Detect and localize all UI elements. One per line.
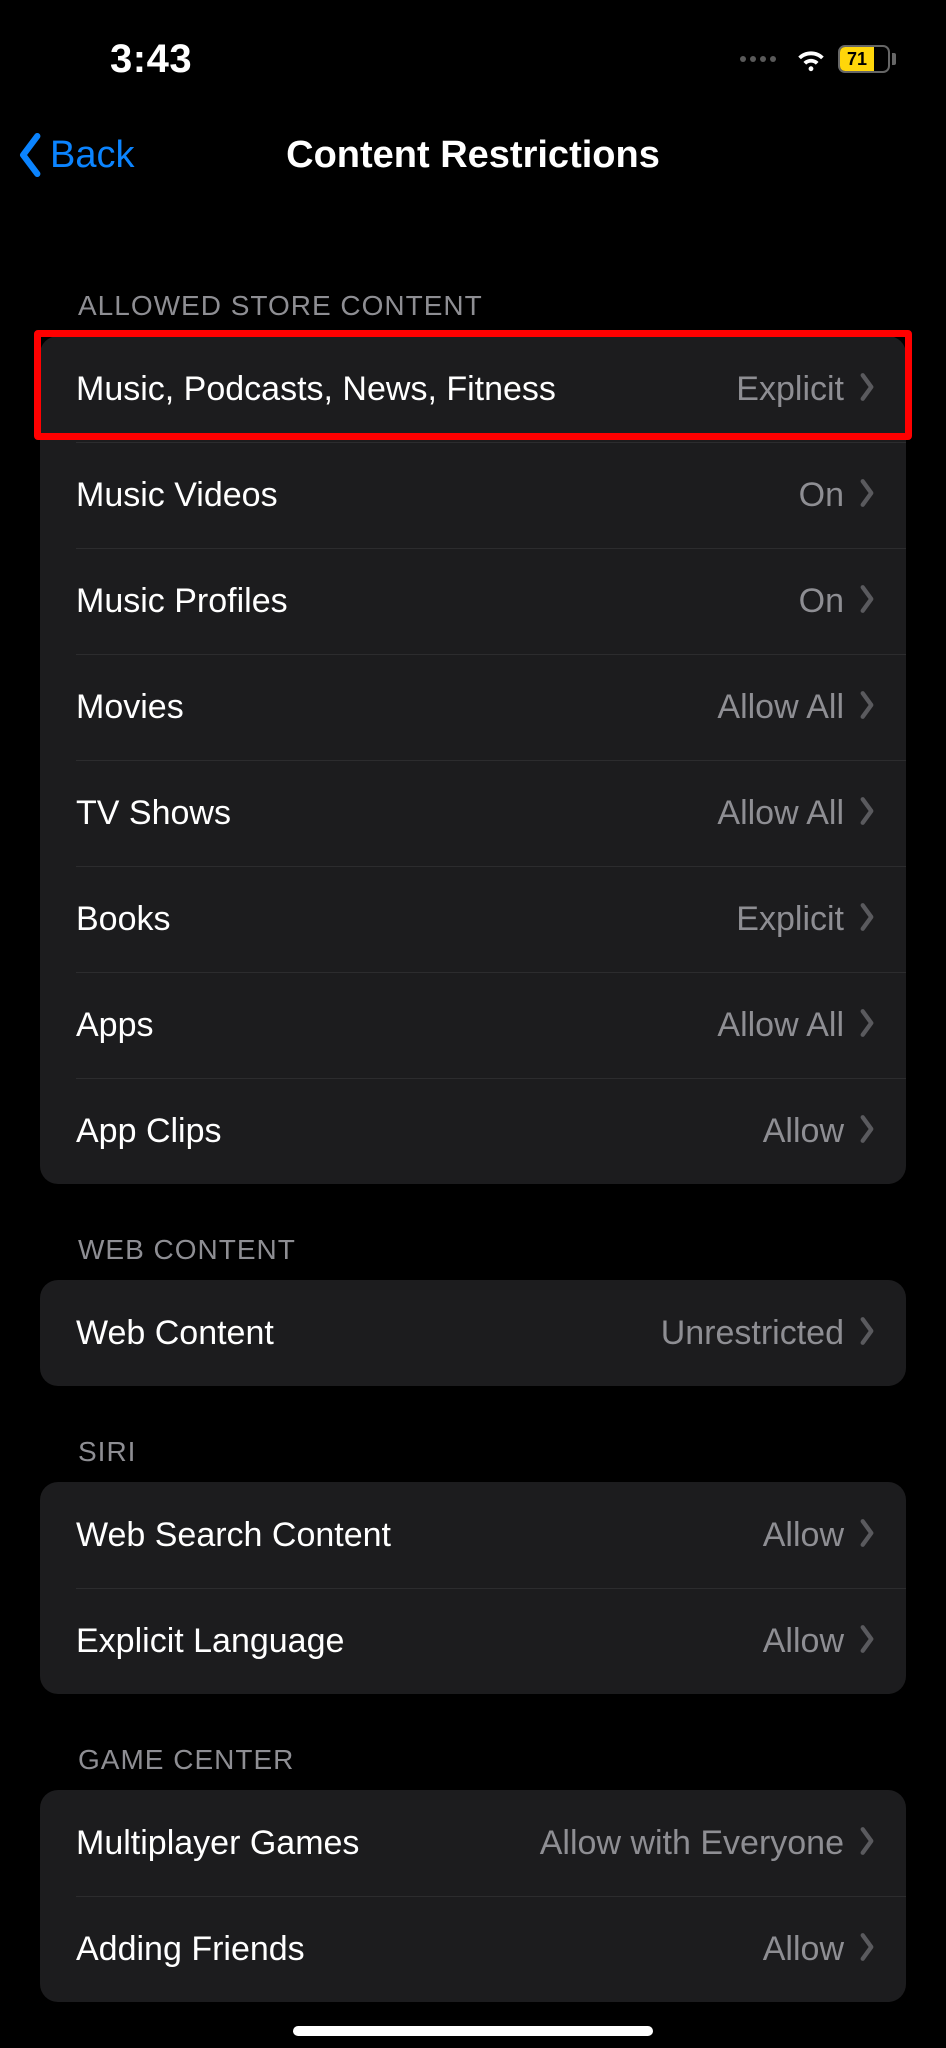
page-title: Content Restrictions: [286, 134, 660, 177]
chevron-right-icon: [858, 584, 876, 619]
battery-indicator: 71: [838, 45, 896, 73]
row-explicit-language[interactable]: Explicit Language Allow: [40, 1588, 906, 1694]
group-game-center: Multiplayer Games Allow with Everyone Ad…: [40, 1790, 906, 2002]
battery-level: 71: [840, 47, 874, 71]
row-value: Allow All: [717, 794, 844, 833]
nav-bar: Back Content Restrictions: [0, 100, 946, 210]
row-multiplayer-games[interactable]: Multiplayer Games Allow with Everyone: [40, 1790, 906, 1896]
row-music-podcasts-news-fitness[interactable]: Music, Podcasts, News, Fitness Explicit: [40, 336, 906, 442]
row-music-profiles[interactable]: Music Profiles On: [40, 548, 906, 654]
status-time: 3:43: [110, 37, 192, 82]
chevron-right-icon: [858, 1114, 876, 1149]
row-value: Allow: [763, 1112, 844, 1151]
row-books[interactable]: Books Explicit: [40, 866, 906, 972]
row-value: Allow: [763, 1622, 844, 1661]
chevron-right-icon: [858, 478, 876, 513]
row-label: Web Content: [40, 1314, 274, 1353]
home-indicator[interactable]: [293, 2026, 653, 2036]
chevron-right-icon: [858, 902, 876, 937]
chevron-right-icon: [858, 1932, 876, 1967]
row-value: On: [799, 476, 844, 515]
row-label: Multiplayer Games: [40, 1824, 359, 1863]
row-label: Movies: [40, 688, 184, 727]
row-value: Allow All: [717, 1006, 844, 1045]
row-value: Allow: [763, 1930, 844, 1969]
row-label: Apps: [40, 1006, 154, 1045]
chevron-right-icon: [858, 1624, 876, 1659]
row-value: Allow All: [717, 688, 844, 727]
row-label: Music Videos: [40, 476, 278, 515]
chevron-right-icon: [858, 796, 876, 831]
group-siri: Web Search Content Allow Explicit Langua…: [40, 1482, 906, 1694]
group-allowed-store-content: Music, Podcasts, News, Fitness Explicit …: [40, 336, 906, 1184]
section-header-siri: SIRI: [0, 1386, 946, 1482]
row-value: Allow with Everyone: [540, 1824, 844, 1863]
row-web-search-content[interactable]: Web Search Content Allow: [40, 1482, 906, 1588]
cellular-dots-icon: [740, 56, 776, 62]
row-label: Explicit Language: [40, 1622, 344, 1661]
group-web-content: Web Content Unrestricted: [40, 1280, 906, 1386]
section-header-web-content: WEB CONTENT: [0, 1184, 946, 1280]
row-tv-shows[interactable]: TV Shows Allow All: [40, 760, 906, 866]
chevron-right-icon: [858, 1316, 876, 1351]
row-label: Music Profiles: [40, 582, 288, 621]
row-label: TV Shows: [40, 794, 231, 833]
row-label: Music, Podcasts, News, Fitness: [40, 370, 556, 409]
row-label: Books: [40, 900, 171, 939]
status-bar: 3:43 71: [0, 0, 946, 100]
row-label: App Clips: [40, 1112, 222, 1151]
row-value: Allow: [763, 1516, 844, 1555]
back-label: Back: [50, 134, 134, 177]
section-header-allowed-store-content: ALLOWED STORE CONTENT: [0, 210, 946, 336]
chevron-right-icon: [858, 1518, 876, 1553]
row-label: Web Search Content: [40, 1516, 391, 1555]
chevron-right-icon: [858, 372, 876, 407]
chevron-right-icon: [858, 1008, 876, 1043]
row-value: On: [799, 582, 844, 621]
content: ALLOWED STORE CONTENT Music, Podcasts, N…: [0, 210, 946, 2002]
row-movies[interactable]: Movies Allow All: [40, 654, 906, 760]
row-adding-friends[interactable]: Adding Friends Allow: [40, 1896, 906, 2002]
row-value: Unrestricted: [661, 1314, 844, 1353]
back-button[interactable]: Back: [16, 133, 134, 177]
row-label: Adding Friends: [40, 1930, 305, 1969]
section-header-game-center: GAME CENTER: [0, 1694, 946, 1790]
chevron-left-icon: [16, 133, 46, 177]
chevron-right-icon: [858, 690, 876, 725]
chevron-right-icon: [858, 1826, 876, 1861]
wifi-icon: [794, 40, 828, 79]
row-music-videos[interactable]: Music Videos On: [40, 442, 906, 548]
row-value: Explicit: [736, 900, 844, 939]
row-apps[interactable]: Apps Allow All: [40, 972, 906, 1078]
status-right: 71: [740, 40, 896, 79]
row-value: Explicit: [736, 370, 844, 409]
row-web-content[interactable]: Web Content Unrestricted: [40, 1280, 906, 1386]
row-app-clips[interactable]: App Clips Allow: [40, 1078, 906, 1184]
